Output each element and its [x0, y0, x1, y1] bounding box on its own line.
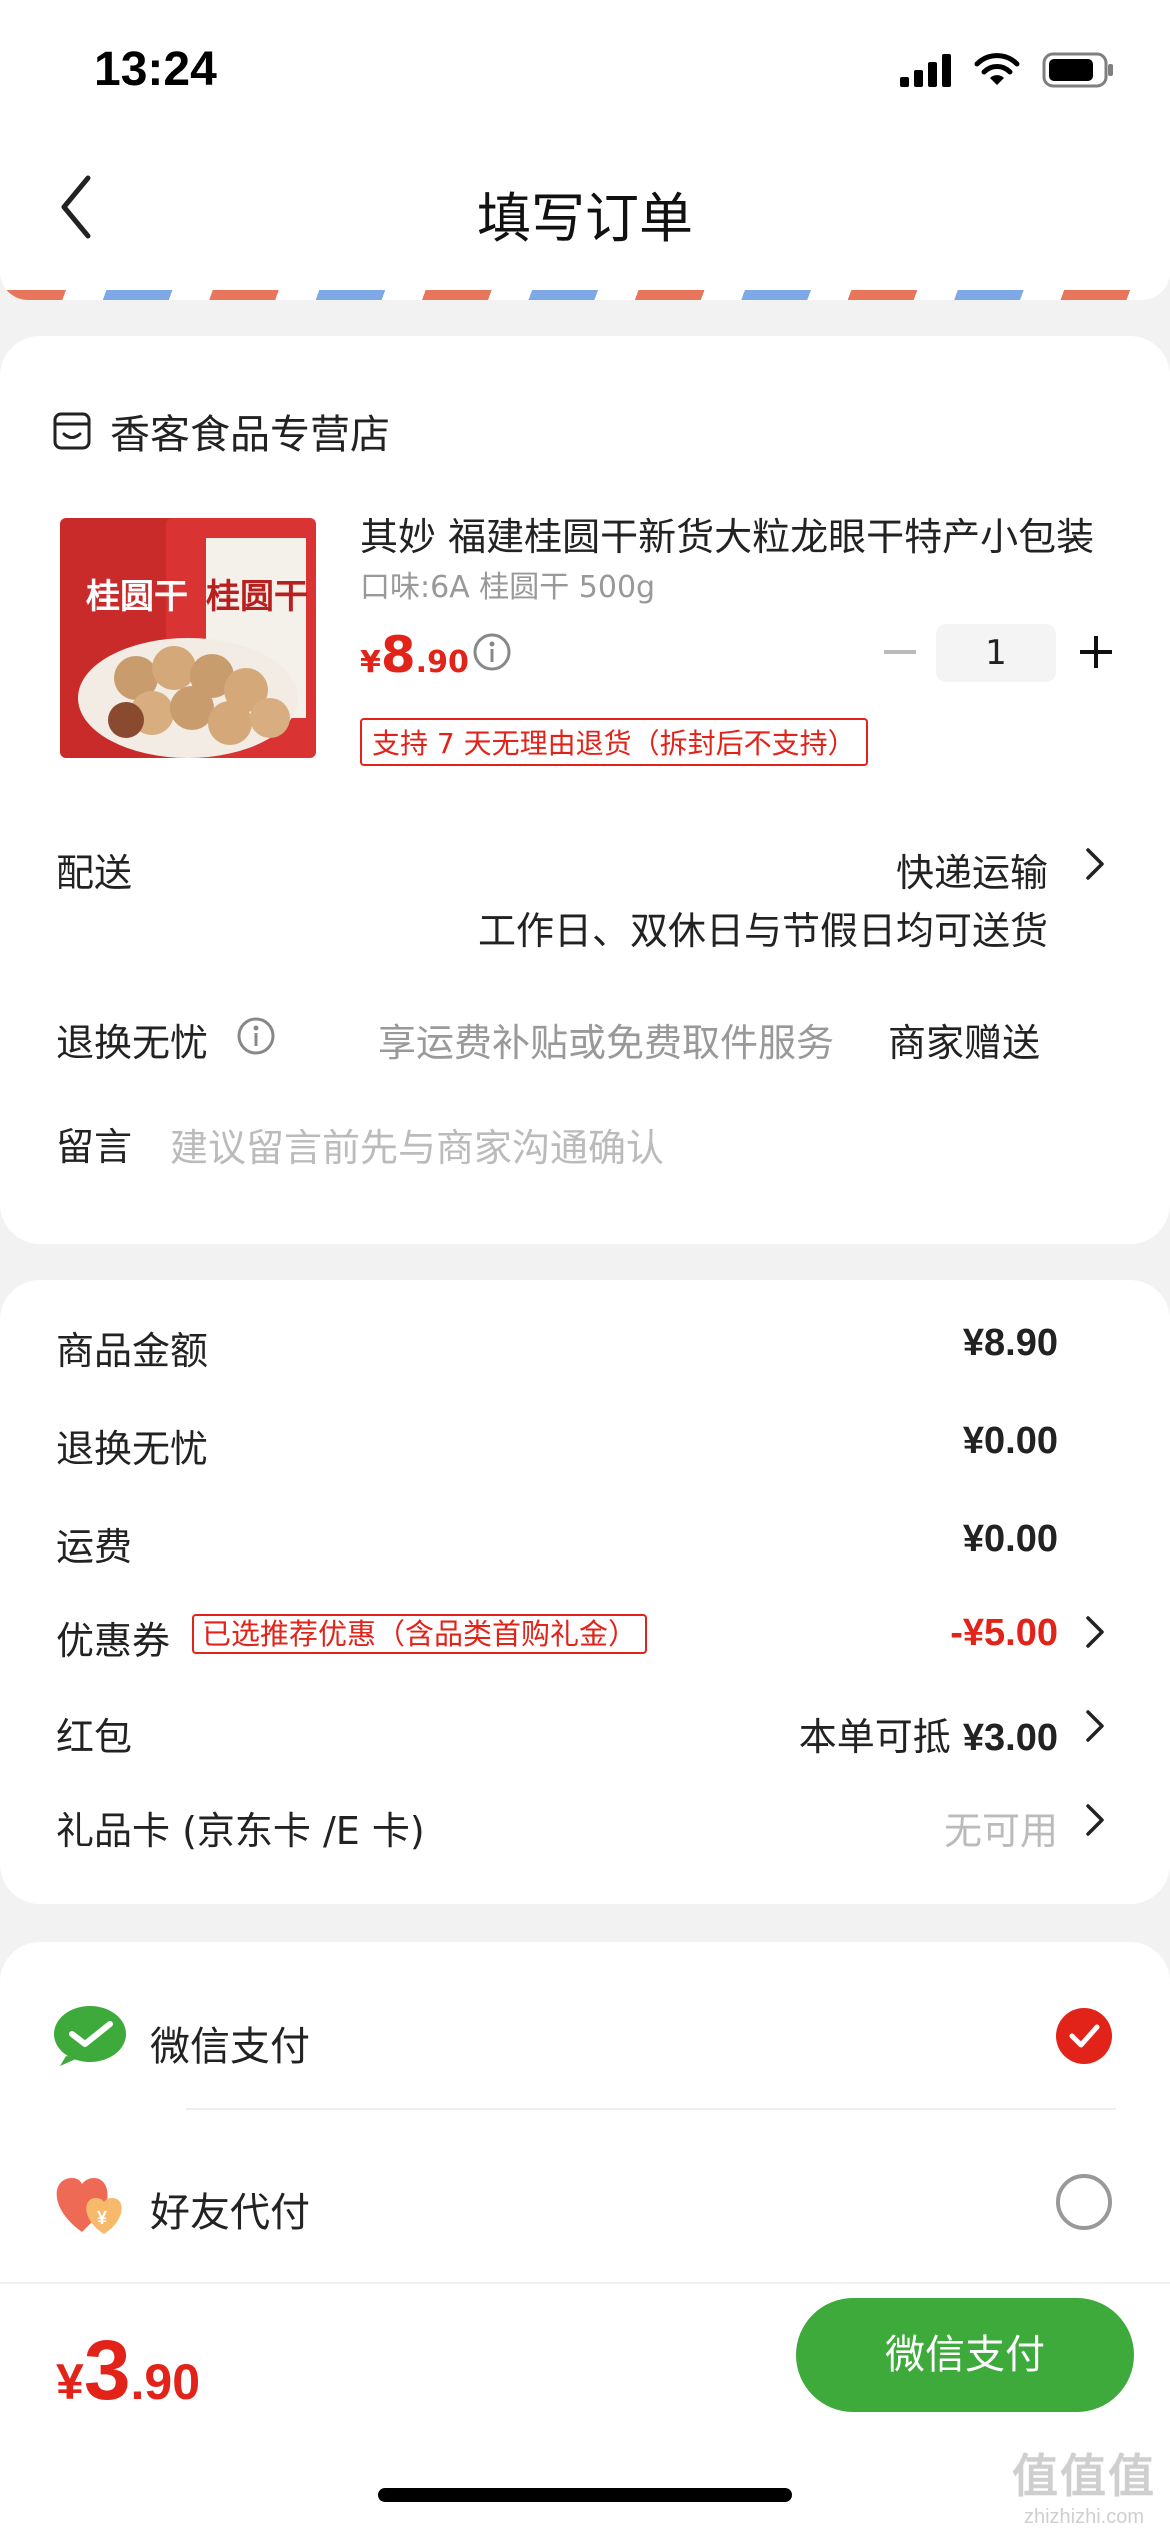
product-spec[interactable]: 口味:6A 桂圆干 500g — [360, 562, 655, 606]
red-packet-amount: ¥3.00 — [962, 1717, 1058, 1759]
airmail-stripe — [0, 290, 1170, 300]
airmail-border — [0, 272, 1170, 300]
gift-card-value[interactable]: 无可用 — [944, 1800, 1058, 1855]
return-policy-badge: 支持 7 天无理由退货（拆封后不支持） — [360, 718, 868, 766]
watermark-logo-text: 值值值 — [1012, 2449, 1156, 2503]
quantity-plus-button[interactable] — [1076, 632, 1116, 672]
coupon-value[interactable]: -¥5.00 — [950, 1612, 1058, 1655]
wechat-pay-button[interactable]: 微信支付 — [796, 2298, 1134, 2412]
total-currency: ¥ — [56, 2354, 84, 2410]
store-icon — [53, 412, 91, 450]
goods-amount-value: ¥8.90 — [962, 1322, 1058, 1364]
red-packet-label: 红包 — [56, 1715, 133, 1759]
product-price: ¥8.90 — [360, 626, 469, 684]
price-currency: ¥ — [360, 645, 381, 680]
package-label-right: 桂圆干 — [206, 577, 308, 617]
nav-bar: 填写订单 — [0, 140, 1170, 272]
total-price: ¥3.90 — [56, 2322, 200, 2419]
coupon-badge[interactable]: 已选推荐优惠（含品类首购礼金） — [192, 1614, 648, 1654]
status-bar: 13:24 — [0, 0, 1170, 140]
payment-option-friend[interactable]: ¥ 好友代付 — [0, 2132, 1170, 2282]
package-label-left: 桂圆干 — [86, 577, 188, 617]
chevron-right-icon[interactable] — [1084, 1614, 1106, 1650]
worry-free-fee-value: ¥0.00 — [962, 1420, 1058, 1462]
check-icon — [1069, 2024, 1100, 2048]
delivery-note: 工作日、双休日与节假日均可送货 — [477, 909, 1048, 953]
wechat-pay-icon — [54, 2006, 126, 2066]
worry-free-fee-label: 退换无忧 — [56, 1427, 209, 1471]
red-packet-value[interactable]: 本单可抵 ¥3.00 — [799, 1706, 1058, 1761]
status-time: 13:24 — [94, 43, 217, 96]
chevron-right-icon[interactable] — [1084, 1802, 1106, 1838]
friend-pay-label: 好友代付 — [150, 2190, 310, 2236]
worry-free-info-icon[interactable] — [236, 1016, 276, 1056]
status-icons — [900, 52, 1114, 88]
delivery-method[interactable]: 快递运输 — [896, 842, 1048, 897]
price-integer: 8 — [380, 626, 416, 684]
payment-divider — [186, 2108, 1116, 2110]
coupon-label: 优惠券 — [56, 1619, 171, 1663]
payment-method-card: 微信支付 ¥ 好友代付 — [0, 1942, 1170, 2282]
store-header[interactable]: 香客食品专营店 — [52, 402, 390, 460]
wechat-pay-label: 微信支付 — [150, 2024, 310, 2070]
price-info-icon[interactable] — [472, 632, 512, 672]
chevron-right-icon[interactable] — [1084, 1708, 1106, 1744]
shipping-label: 运费 — [56, 1525, 133, 1569]
cellular-signal-icon — [900, 54, 951, 87]
gift-card-label: 礼品卡 (京东卡 /E 卡) — [56, 1809, 425, 1853]
worry-free-label: 退换无忧 — [56, 1021, 209, 1065]
red-packet-prefix: 本单可抵 — [798, 1715, 951, 1759]
order-card: 香客食品专营店 桂圆干 桂圆干 其妙 福建桂圆干新货大粒龙眼干特产小包装 口味:… — [0, 336, 1170, 1244]
friend-pay-radio[interactable] — [1056, 2174, 1112, 2230]
worry-free-value: 商家赠送 — [887, 1021, 1040, 1065]
delivery-label: 配送 — [56, 851, 133, 895]
friend-pay-heart-icon: ¥ — [56, 2178, 122, 2234]
store-name: 香客食品专营店 — [110, 412, 390, 458]
goods-amount-label: 商品金额 — [56, 1329, 209, 1373]
total-decimal: .90 — [130, 2354, 201, 2410]
price-summary-card: 商品金额 ¥8.90 退换无忧 ¥0.00 运费 ¥0.00 优惠券 已选推荐优… — [0, 1280, 1170, 1904]
product-image[interactable]: 桂圆干 桂圆干 — [56, 508, 320, 772]
product-title[interactable]: 其妙 福建桂圆干新货大粒龙眼干特产小包装 — [360, 506, 1120, 561]
payment-option-wechat[interactable]: 微信支付 — [0, 1962, 1170, 2112]
page-title: 填写订单 — [477, 187, 693, 250]
svg-text:¥: ¥ — [97, 2208, 107, 2228]
wifi-icon — [974, 53, 1020, 85]
wechat-pay-radio-selected[interactable] — [1056, 2008, 1112, 2064]
price-decimal: .90 — [415, 645, 469, 680]
chevron-right-icon[interactable] — [1084, 846, 1106, 882]
site-watermark: 值值值 zhizhizhi.com — [1012, 2440, 1156, 2529]
worry-free-description: 享运费补贴或免费取件服务 — [378, 1021, 835, 1065]
total-integer: 3 — [83, 2323, 131, 2417]
watermark-url: zhizhizhi.com — [1023, 2506, 1145, 2528]
home-indicator[interactable] — [378, 2488, 792, 2502]
shipping-value: ¥0.00 — [962, 1518, 1058, 1560]
message-input[interactable] — [170, 1118, 1070, 1178]
message-label: 留言 — [56, 1125, 133, 1169]
quantity-minus-button[interactable] — [880, 632, 920, 672]
quantity-value[interactable]: 1 — [936, 624, 1056, 682]
battery-icon — [1042, 52, 1113, 88]
